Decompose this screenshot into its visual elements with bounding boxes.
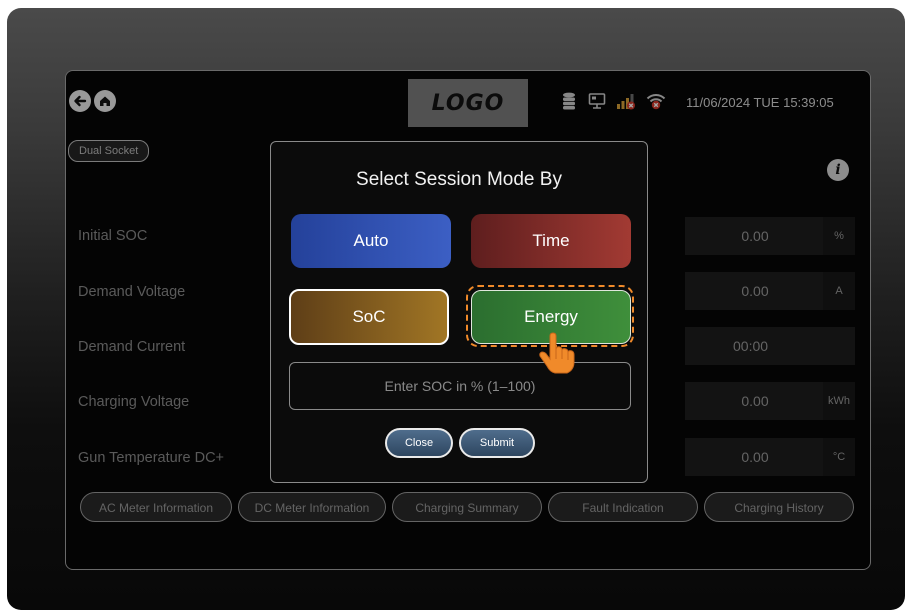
row-label-demand-voltage: Demand Voltage	[78, 284, 186, 300]
tab-ac-meter-information[interactable]: AC Meter Information	[80, 492, 232, 522]
close-button[interactable]: Close	[385, 428, 453, 458]
row-label-demand-current: Demand Current	[78, 339, 186, 355]
unit-gun-temperature: °C	[823, 438, 855, 476]
unit-initial-soc: %	[823, 217, 855, 255]
submit-button[interactable]: Submit	[459, 428, 535, 458]
home-icon	[100, 96, 110, 106]
row-label-gun-temperature: Gun Temperature DC+	[78, 450, 225, 466]
value-box-charging-voltage: 0.00 kWh	[685, 382, 855, 420]
back-button[interactable]	[69, 90, 91, 112]
value-demand-voltage: 0.00	[741, 283, 769, 299]
value-box-demand-current: 00:00	[685, 327, 855, 365]
value-initial-soc: 0.00	[741, 228, 769, 244]
tab-dc-meter-information[interactable]: DC Meter Information	[238, 492, 386, 522]
arrow-left-icon	[74, 95, 87, 107]
socket-chip[interactable]: Dual Socket	[68, 140, 150, 162]
tab-charging-summary[interactable]: Charging Summary	[392, 492, 542, 522]
row-label-charging-voltage: Charging Voltage	[78, 394, 190, 410]
info-icon[interactable]: i	[827, 159, 849, 181]
value-charging-voltage: 0.00	[741, 393, 769, 409]
value-box-gun-temperature: 0.00 °C	[685, 438, 855, 476]
value-gun-temperature: 0.00	[741, 449, 769, 465]
datetime: 11/06/2024 TUE 15:39:05	[686, 95, 834, 110]
unit-demand-voltage: A	[823, 272, 855, 310]
auto-mode-button[interactable]: Auto	[291, 214, 451, 268]
session-mode-dialog: Select Session Mode By Auto Time SoC Ene…	[270, 141, 648, 483]
dialog-title: Select Session Mode By	[356, 169, 562, 190]
logo: LOGO	[408, 79, 528, 127]
database-icon	[563, 92, 575, 110]
tab-charging-history[interactable]: Charging History	[704, 492, 854, 522]
tab-fault-indication[interactable]: Fault Indication	[548, 492, 698, 522]
value-box-initial-soc: 0.00 %	[685, 217, 855, 255]
value-box-demand-voltage: 0.00 A	[685, 272, 855, 310]
row-label-initial-soc: Initial SOC	[78, 228, 148, 244]
soc-mode-button[interactable]: SoC	[289, 289, 449, 345]
value-demand-current: 00:00	[733, 338, 769, 354]
time-mode-button[interactable]: Time	[471, 214, 631, 268]
unit-charging-voltage: kWh	[823, 382, 855, 420]
hand-pointer-icon	[539, 332, 575, 374]
soc-input[interactable]	[289, 362, 631, 410]
home-button[interactable]	[94, 90, 116, 112]
wifi-disconnected-icon	[646, 94, 666, 110]
monitor-network-icon	[588, 93, 606, 109]
signal-bars-disconnected-icon	[617, 94, 635, 110]
